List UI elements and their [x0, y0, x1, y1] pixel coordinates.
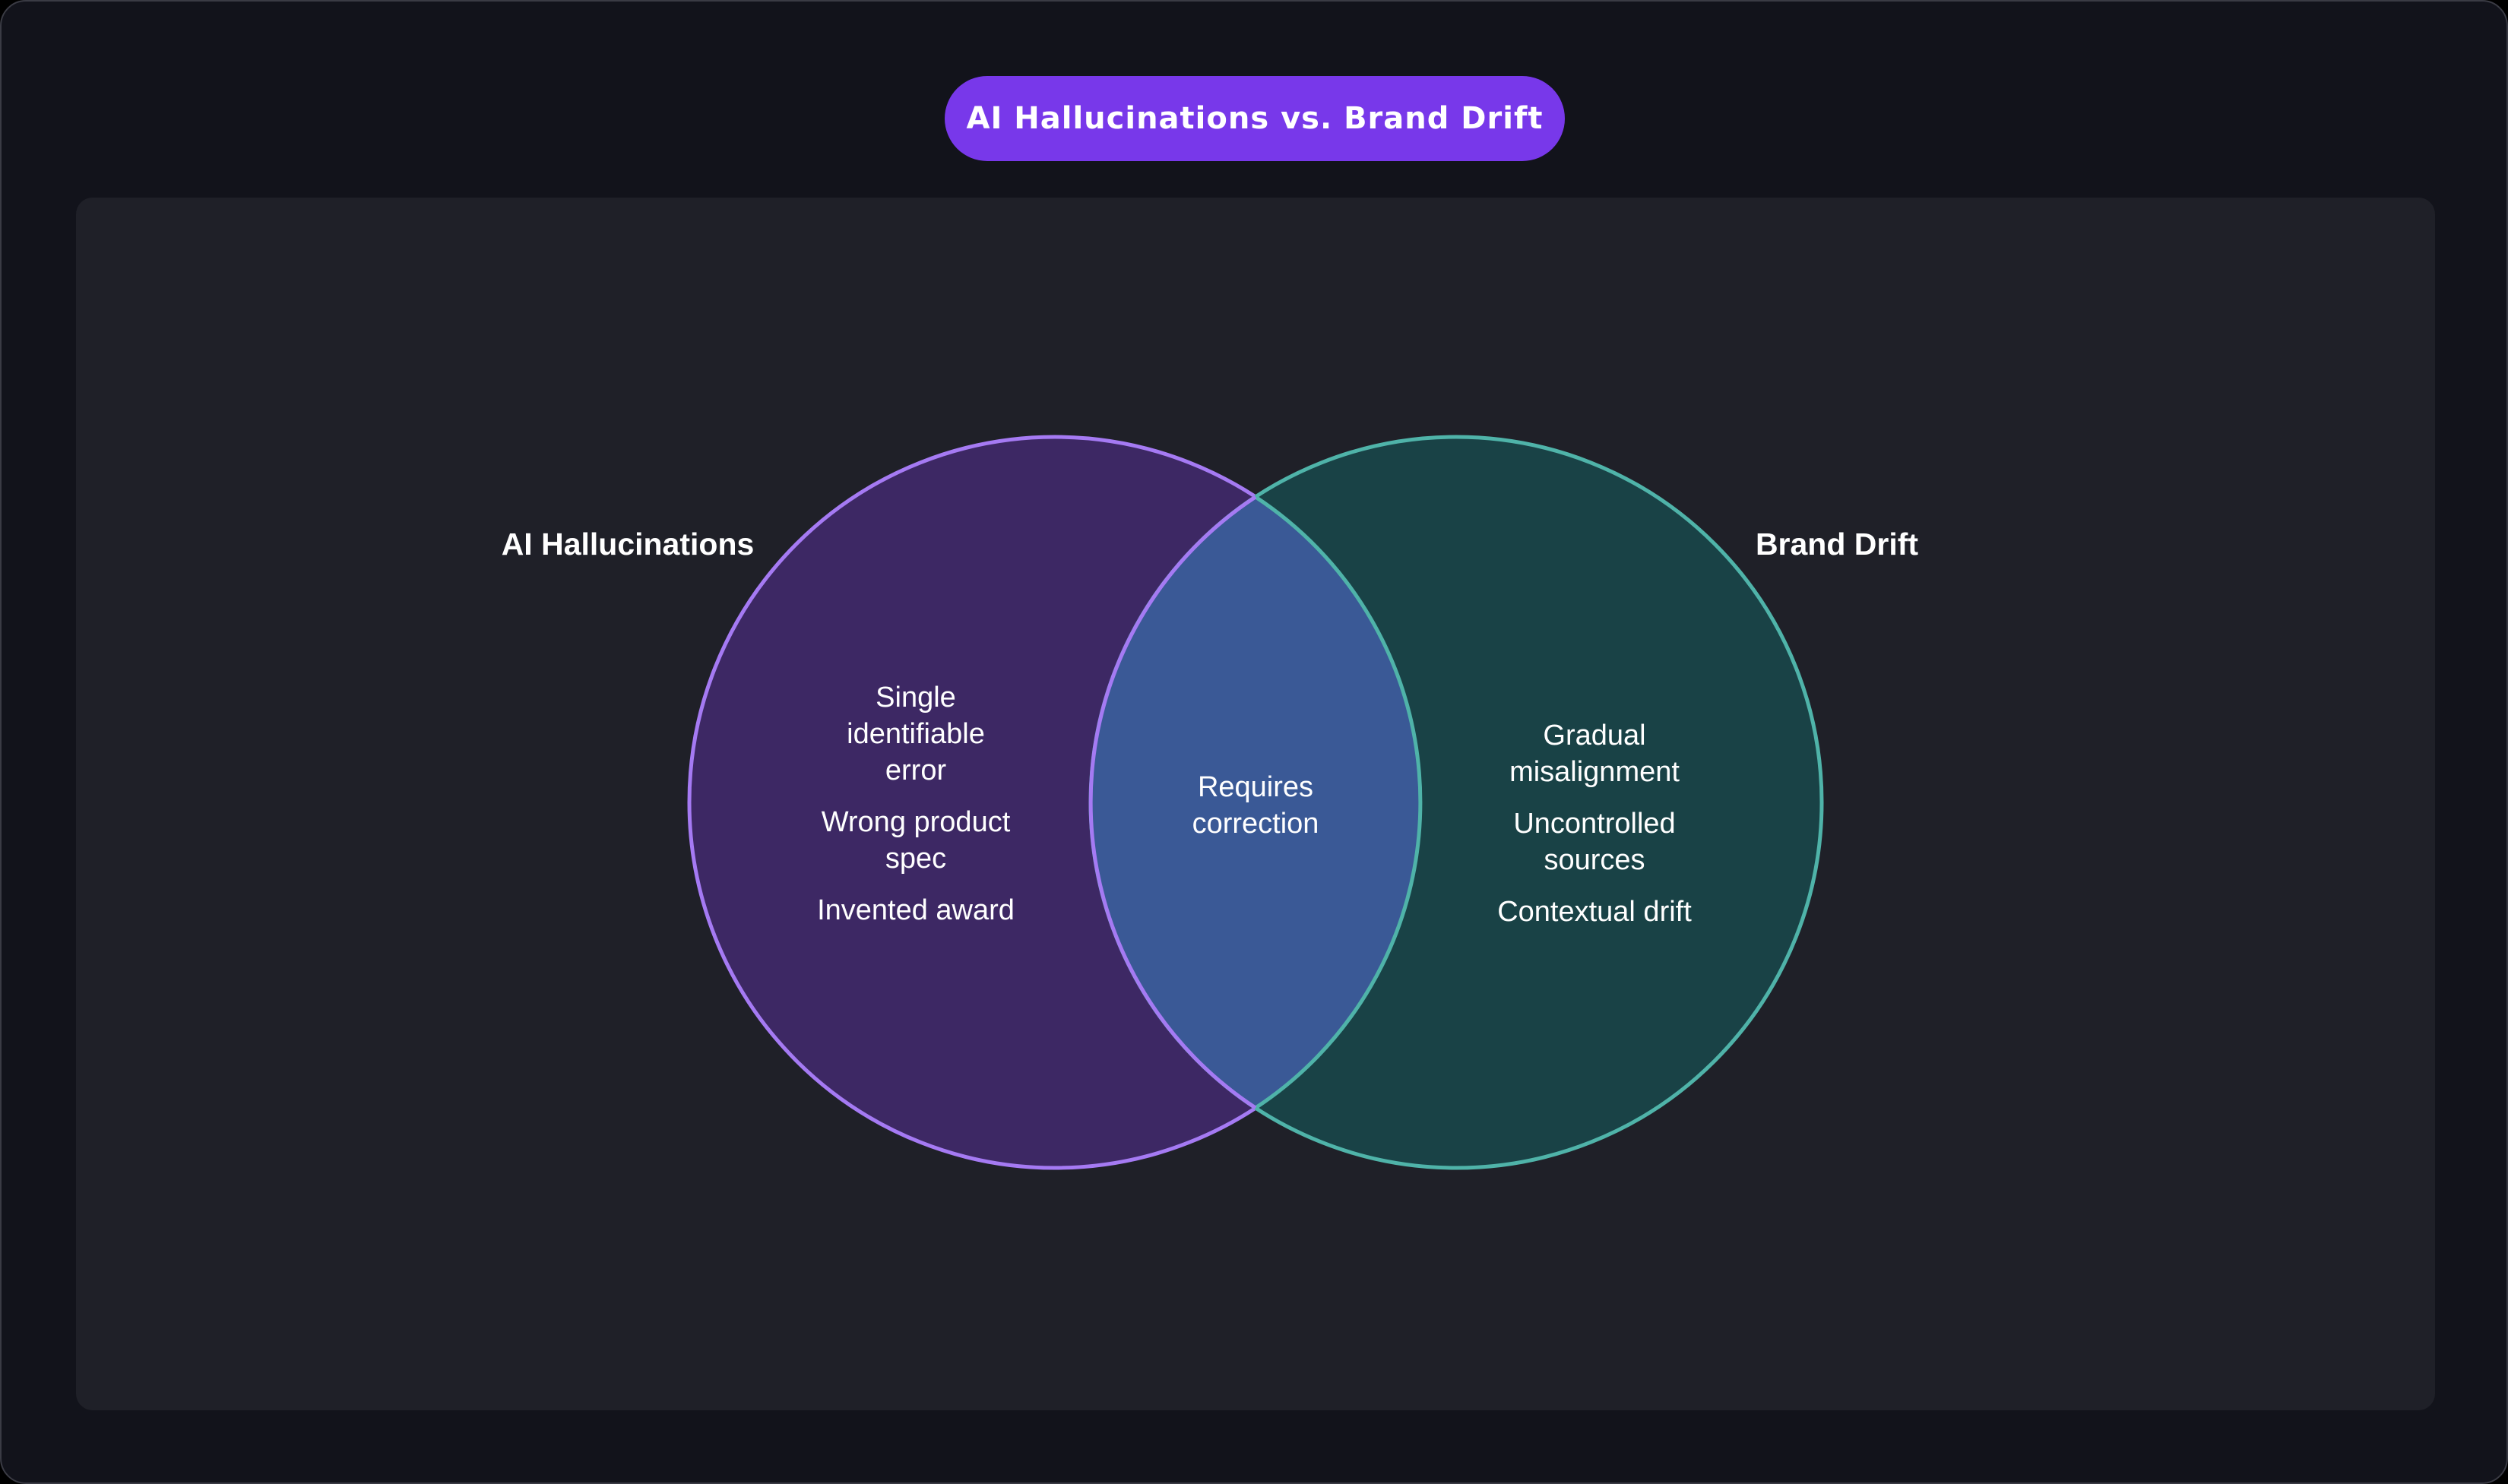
item-line: error: [885, 755, 947, 786]
item-line: misalignment: [1509, 756, 1680, 788]
left-item: Invented award: [817, 894, 1015, 926]
item-line: sources: [1544, 844, 1645, 876]
item-line: Contextual drift: [1497, 896, 1692, 928]
item-line: Invented award: [817, 894, 1015, 926]
item-line: correction: [1192, 808, 1319, 840]
item-line: Wrong product: [822, 806, 1011, 838]
item-line: spec: [885, 843, 946, 875]
item-line: identifiable: [847, 718, 985, 750]
venn-set-left-label: AI Hallucinations: [502, 527, 755, 562]
item-line: Uncontrolled: [1513, 808, 1675, 840]
item-line: Requires: [1198, 771, 1313, 803]
item-line: Single: [876, 682, 956, 714]
venn-diagram: AI Hallucinations Brand Drift Single iden…: [502, 435, 1918, 1170]
venn-set-right-label: Brand Drift: [1756, 527, 1918, 562]
diagram-frame: AI Hallucinations vs. Brand Drift AI Hal…: [0, 0, 2508, 1484]
item-line: Gradual: [1543, 720, 1645, 751]
right-item: Contextual drift: [1497, 896, 1692, 928]
